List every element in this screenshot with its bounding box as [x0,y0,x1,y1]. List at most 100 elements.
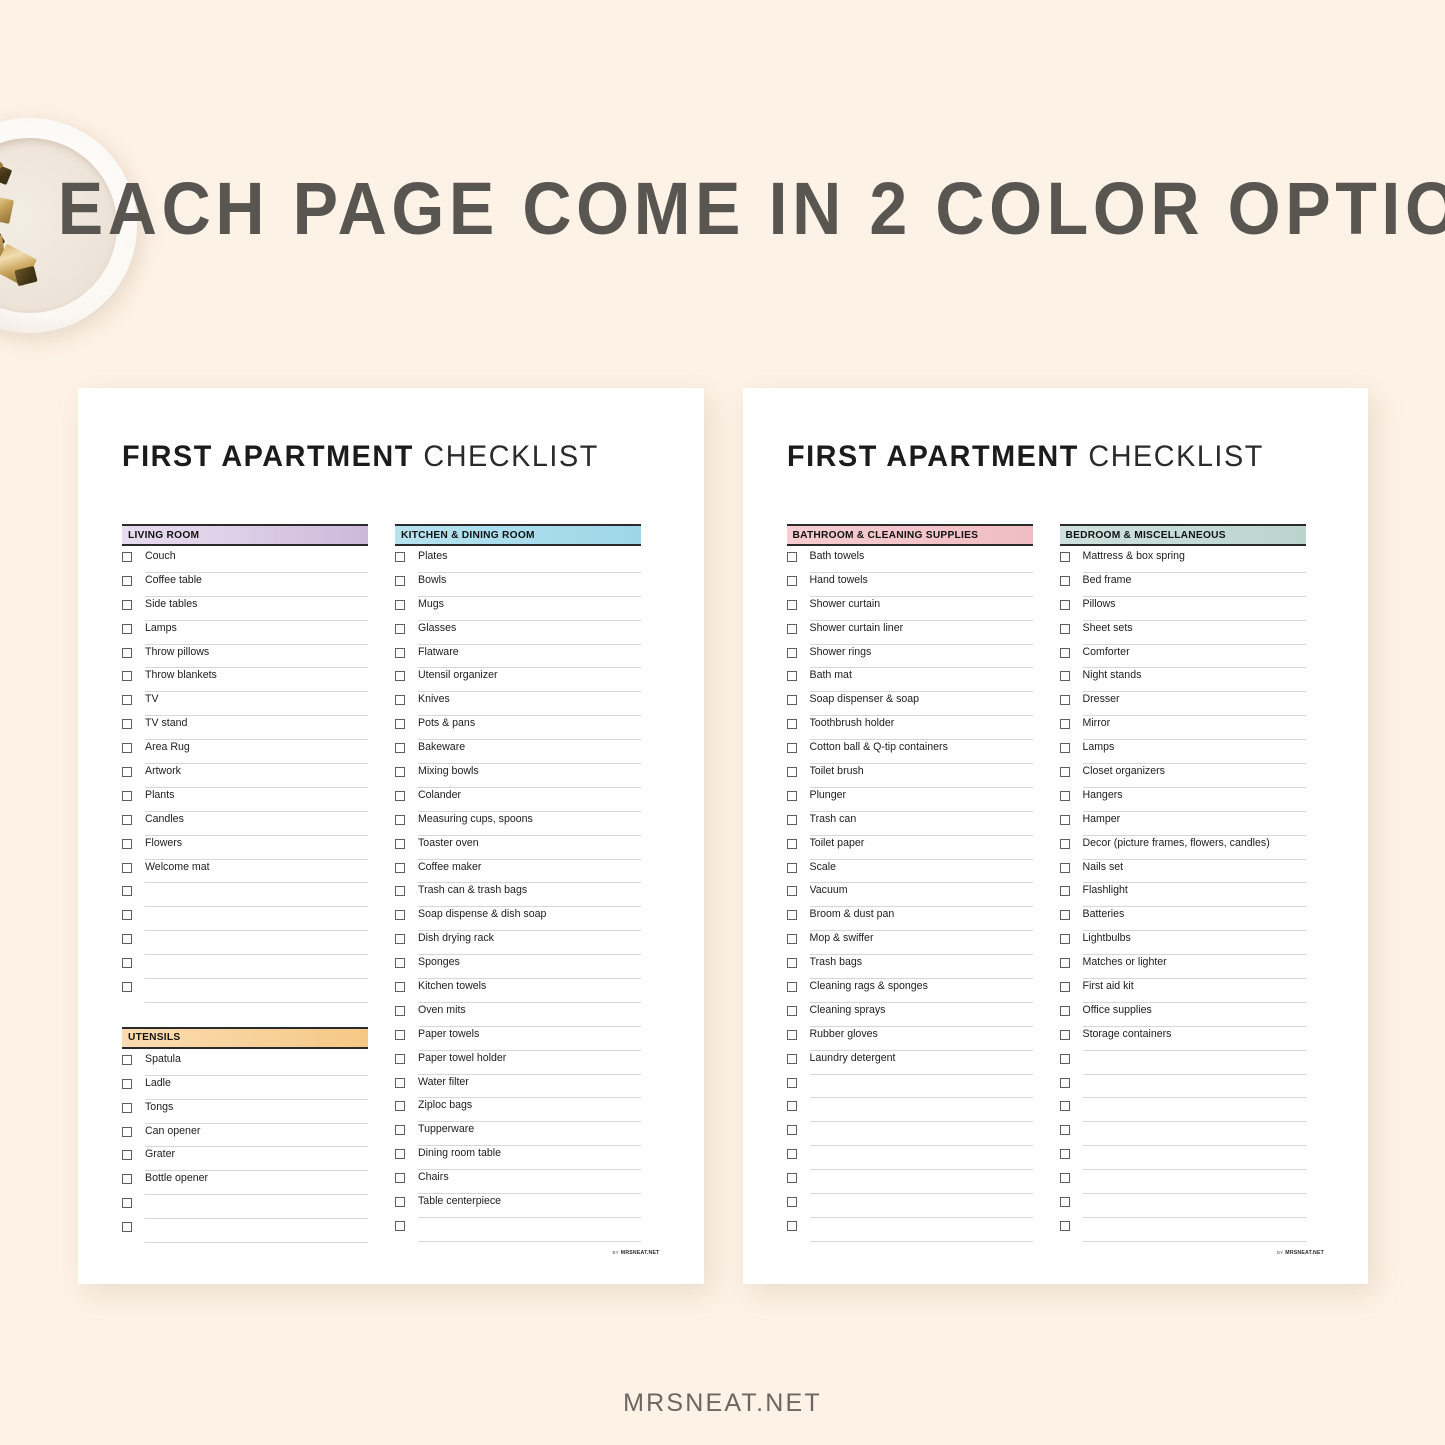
checklist-row-blank[interactable] [1059,1146,1306,1171]
checklist-row[interactable]: Hand towels [786,573,1033,597]
checklist-row[interactable]: Ziploc bags [395,1098,641,1123]
checkbox-icon[interactable] [786,1125,797,1136]
checkbox-icon[interactable] [1059,767,1070,778]
checkbox-icon[interactable] [395,767,405,778]
checkbox-icon[interactable] [395,1173,405,1184]
checklist-row[interactable]: First aid kit [1059,979,1306,1003]
checkbox-icon[interactable] [122,767,132,778]
checklist-row[interactable]: Batteries [1059,907,1306,932]
checklist-row[interactable]: Dining room table [395,1146,641,1171]
checklist-item-write-in[interactable] [1082,1194,1306,1218]
checklist-row[interactable]: Throw pillows [122,645,368,669]
checkbox-icon[interactable] [122,552,132,562]
checklist-row[interactable]: Flatware [395,645,641,669]
checklist-row[interactable]: Lightbulbs [1059,931,1306,956]
checklist-row[interactable]: Toothbrush holder [786,716,1033,741]
checkbox-icon[interactable] [1059,1197,1070,1208]
checkbox-icon[interactable] [786,1005,797,1016]
checklist-row[interactable]: Laundry detergent [786,1051,1033,1075]
checklist-row[interactable]: Plants [122,788,368,812]
checkbox-icon[interactable] [395,886,405,897]
checklist-row[interactable]: Can opener [122,1124,368,1148]
checkbox-icon[interactable] [1059,1220,1070,1231]
checklist-row[interactable]: Pots & pans [395,716,641,741]
checklist-item-write-in[interactable] [809,1075,1033,1099]
checklist-row[interactable]: Sponges [395,955,641,980]
checkbox-icon[interactable] [786,719,797,730]
checklist-item-write-in[interactable] [809,1098,1033,1123]
checklist-row-blank[interactable] [122,1195,368,1220]
checklist-item-write-in[interactable] [145,955,368,980]
checklist-row[interactable]: Welcome mat [122,860,368,884]
checkbox-icon[interactable] [786,1029,797,1040]
checkbox-icon[interactable] [786,695,797,706]
checklist-row[interactable]: Couch [122,549,368,573]
checkbox-icon[interactable] [786,982,797,993]
checklist-row[interactable]: Tupperware [395,1122,641,1147]
checklist-row-blank[interactable] [1059,1122,1306,1147]
checklist-row[interactable]: Flashlight [1059,883,1306,908]
checklist-row[interactable]: Table centerpiece [395,1194,641,1218]
checkbox-icon[interactable] [786,1149,797,1160]
checklist-row[interactable]: Coffee maker [395,860,641,884]
checklist-row[interactable]: Toaster oven [395,836,641,860]
checklist-row[interactable]: Mirror [1059,716,1306,741]
checklist-row-blank[interactable] [786,1170,1033,1195]
checklist-row-blank[interactable] [122,931,368,956]
checklist-row[interactable]: Plunger [786,788,1033,812]
checklist-row[interactable]: Toilet brush [786,764,1033,788]
checklist-row[interactable]: Soap dispenser & soap [786,692,1033,717]
checkbox-icon[interactable] [1059,982,1070,993]
checkbox-icon[interactable] [1059,862,1070,873]
checklist-row[interactable]: Coffee table [122,573,368,597]
checklist-row[interactable]: Artwork [122,764,368,788]
checklist-item-write-in[interactable] [809,1218,1033,1242]
checkbox-icon[interactable] [122,623,132,634]
checklist-row[interactable]: Kitchen towels [395,979,641,1003]
checklist-row[interactable]: Paper towel holder [395,1051,641,1075]
checklist-row[interactable]: Flowers [122,836,368,860]
checkbox-icon[interactable] [786,862,797,873]
checkbox-icon[interactable] [395,1220,405,1231]
checklist-row[interactable]: Storage containers [1059,1027,1306,1051]
checkbox-icon[interactable] [786,767,797,778]
checkbox-icon[interactable] [122,1078,132,1089]
checklist-item-write-in[interactable] [1082,1075,1306,1099]
checklist-row[interactable]: Area Rug [122,740,368,765]
checkbox-icon[interactable] [1059,1053,1070,1064]
checkbox-icon[interactable] [122,982,132,993]
checklist-item-write-in[interactable] [809,1122,1033,1147]
checklist-row[interactable]: Cotton ball & Q-tip containers [786,740,1033,765]
checkbox-icon[interactable] [122,1126,132,1137]
checklist-row[interactable]: Shower curtain [786,597,1033,621]
checklist-row[interactable]: Shower curtain liner [786,621,1033,645]
checkbox-icon[interactable] [395,743,405,754]
checklist-row-blank[interactable] [786,1122,1033,1147]
checkbox-icon[interactable] [786,1173,797,1184]
checklist-row[interactable]: Side tables [122,597,368,621]
checkbox-icon[interactable] [395,623,405,634]
checklist-row[interactable]: Lamps [1059,740,1306,765]
checkbox-icon[interactable] [395,910,405,921]
checkbox-icon[interactable] [1059,743,1070,754]
checkbox-icon[interactable] [122,647,132,658]
checklist-row[interactable]: Night stands [1059,668,1306,693]
checklist-row[interactable]: Nails set [1059,860,1306,884]
checklist-row-blank[interactable] [1059,1051,1306,1075]
checkbox-icon[interactable] [395,647,405,658]
checklist-row[interactable]: Tongs [122,1100,368,1124]
checkbox-icon[interactable] [1059,719,1070,730]
checkbox-icon[interactable] [786,1220,797,1231]
checkbox-icon[interactable] [395,1029,405,1040]
checklist-row[interactable]: Utensil organizer [395,668,641,693]
checklist-row-blank[interactable] [786,1218,1033,1242]
checkbox-icon[interactable] [395,790,405,801]
checkbox-icon[interactable] [786,552,797,562]
checklist-item-write-in[interactable] [145,1195,368,1220]
checkbox-icon[interactable] [122,599,132,610]
checkbox-icon[interactable] [122,1198,132,1209]
checklist-row[interactable]: Cleaning rags & sponges [786,979,1033,1003]
checkbox-icon[interactable] [122,886,132,897]
checkbox-icon[interactable] [395,982,405,993]
checkbox-icon[interactable] [786,1101,797,1112]
